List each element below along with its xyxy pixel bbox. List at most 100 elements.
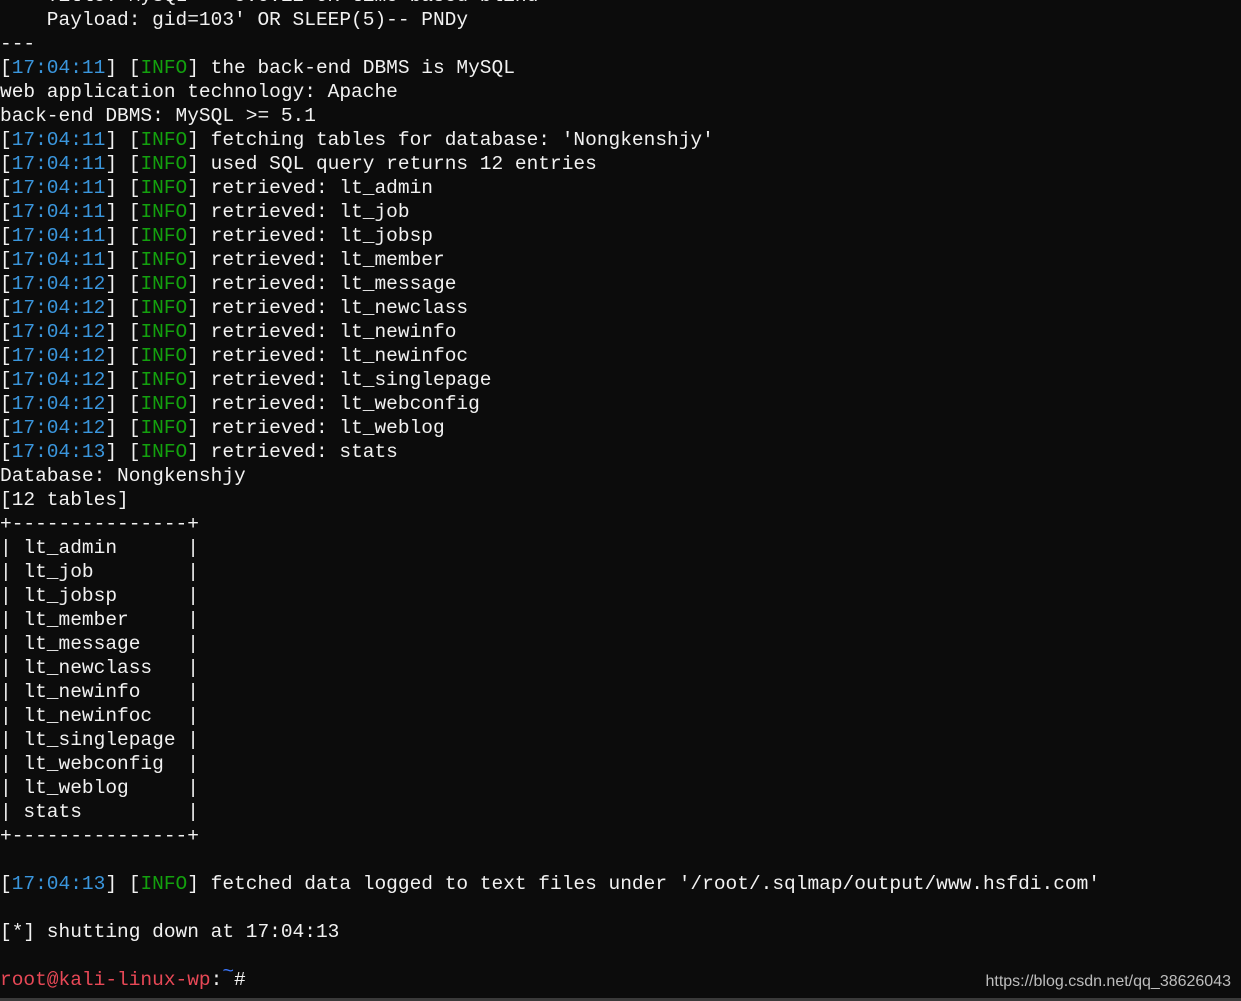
terminal-line: [17:04:11] [INFO] the back-end DBMS is M… — [0, 56, 1100, 80]
line-text: retrieved: lt_singlepage — [198, 369, 492, 391]
terminal-line: | lt_job | — [0, 560, 1100, 584]
terminal-line: +---------------+ — [0, 824, 1100, 848]
log-level: INFO — [140, 57, 188, 79]
bracket: ] [ — [105, 873, 141, 895]
bracket: ] [ — [105, 393, 141, 415]
line-text: retrieved: lt_admin — [198, 177, 433, 199]
terminal-line: | lt_newclass | — [0, 656, 1100, 680]
bracket: ] [ — [105, 201, 141, 223]
bracket: ] [ — [105, 177, 141, 199]
timestamp: 17:04:11 — [11, 249, 106, 271]
terminal-line: | lt_admin | — [0, 536, 1100, 560]
timestamp: 17:04:12 — [11, 297, 106, 319]
line-text: retrieved: lt_newinfoc — [198, 345, 469, 367]
terminal-line: web application technology: Apache — [0, 80, 1100, 104]
terminal-line: [17:04:12] [INFO] retrieved: lt_singlepa… — [0, 368, 1100, 392]
line-text: | lt_jobsp | — [0, 585, 199, 607]
log-level: INFO — [140, 249, 188, 271]
bracket: ] — [187, 873, 199, 895]
terminal-line: [17:04:13] [INFO] fetched data logged to… — [0, 872, 1100, 896]
bracket: ] — [187, 297, 199, 319]
bracket: ] [ — [105, 273, 141, 295]
line-text: retrieved: lt_newclass — [198, 297, 469, 319]
timestamp: 17:04:13 — [11, 873, 106, 895]
line-text: the back-end DBMS is MySQL — [198, 57, 515, 79]
bracket: ] — [187, 249, 199, 271]
line-text: retrieved: stats — [198, 441, 398, 463]
bracket: [ — [0, 321, 12, 343]
bracket: [ — [0, 417, 12, 439]
line-text: --- — [0, 33, 36, 55]
line-text: retrieved: lt_job — [198, 201, 410, 223]
terminal-line: | lt_newinfoc | — [0, 704, 1100, 728]
prompt-user-host: root@kali-linux-wp — [0, 969, 211, 991]
terminal-line: | lt_webconfig | — [0, 752, 1100, 776]
bracket: ] — [187, 345, 199, 367]
terminal-line: | lt_member | — [0, 608, 1100, 632]
timestamp: 17:04:11 — [11, 153, 106, 175]
timestamp: 17:04:12 — [11, 369, 106, 391]
terminal-line: Database: Nongkenshjy — [0, 464, 1100, 488]
line-text: retrieved: lt_member — [198, 249, 445, 271]
bracket: ] [ — [105, 441, 141, 463]
line-text: +---------------+ — [0, 513, 199, 535]
watermark: https://blog.csdn.net/qq_38626043 — [985, 973, 1231, 990]
line-text: retrieved: lt_weblog — [198, 417, 445, 439]
terminal-line: [17:04:11] [INFO] retrieved: lt_job — [0, 200, 1100, 224]
bracket: [ — [0, 153, 12, 175]
bracket: [ — [0, 201, 12, 223]
line-text: back-end DBMS: MySQL >= 5.1 — [0, 105, 316, 127]
timestamp: 17:04:11 — [11, 201, 106, 223]
command-prompt[interactable]: root@kali-linux-wp:~# — [0, 961, 1100, 992]
timestamp: 17:04:11 — [11, 129, 106, 151]
log-level: INFO — [140, 225, 188, 247]
line-text: | lt_webconfig | — [0, 753, 199, 775]
bracket: ] — [187, 369, 199, 391]
prompt-symbol: # — [234, 969, 246, 991]
line-text: | lt_message | — [0, 633, 199, 655]
line-text: +---------------+ — [0, 825, 199, 847]
line-text: Title: MySQL >= 5.0.12 OR time-based bli… — [0, 0, 539, 7]
terminal-line: | lt_jobsp | — [0, 584, 1100, 608]
line-text: | lt_newinfoc | — [0, 705, 199, 727]
bracket: [ — [0, 273, 12, 295]
line-text: used SQL query returns 12 entries — [198, 153, 597, 175]
bracket: ] — [187, 393, 199, 415]
terminal-line: --- — [0, 32, 1100, 56]
bracket: [ — [0, 177, 12, 199]
prompt-path: ~ — [222, 961, 235, 983]
timestamp: 17:04:12 — [11, 345, 106, 367]
terminal-line: [17:04:12] [INFO] retrieved: lt_weblog — [0, 416, 1100, 440]
bracket: ] [ — [105, 297, 141, 319]
log-level: INFO — [140, 417, 188, 439]
log-level: INFO — [140, 273, 188, 295]
line-text: retrieved: lt_jobsp — [198, 225, 433, 247]
terminal-line: | lt_message | — [0, 632, 1100, 656]
line-text: | lt_job | — [0, 561, 199, 583]
line-text: | lt_admin | — [0, 537, 199, 559]
bracket: ] [ — [105, 417, 141, 439]
line-text: | lt_newinfo | — [0, 681, 199, 703]
bracket: [ — [0, 297, 12, 319]
bracket: ] [ — [105, 225, 141, 247]
terminal-line: [17:04:11] [INFO] used SQL query returns… — [0, 152, 1100, 176]
timestamp: 17:04:12 — [11, 273, 106, 295]
bracket: ] — [187, 321, 199, 343]
line-text: Database: Nongkenshjy — [0, 465, 246, 487]
bracket: ] — [187, 177, 199, 199]
log-level: INFO — [140, 873, 188, 895]
line-text: web application technology: Apache — [0, 81, 398, 103]
line-text: retrieved: lt_webconfig — [198, 393, 480, 415]
terminal-line: | lt_weblog | — [0, 776, 1100, 800]
line-text: retrieved: lt_newinfo — [198, 321, 457, 343]
bracket: ] [ — [105, 345, 141, 367]
bracket: ] — [187, 153, 199, 175]
terminal-line: [17:04:12] [INFO] retrieved: lt_newinfo — [0, 320, 1100, 344]
timestamp: 17:04:12 — [11, 321, 106, 343]
bracket: ] [ — [105, 369, 141, 391]
line-text: retrieved: lt_message — [198, 273, 457, 295]
bracket: [ — [0, 369, 12, 391]
log-level: INFO — [140, 345, 188, 367]
terminal-line: [17:04:11] [INFO] retrieved: lt_member — [0, 248, 1100, 272]
